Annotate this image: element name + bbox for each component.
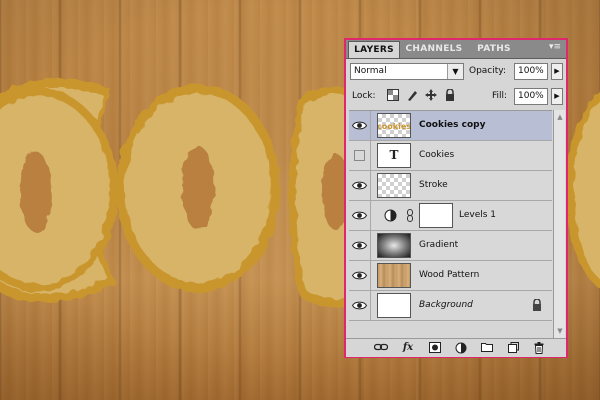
visibility-toggle[interactable] (349, 141, 371, 170)
layer-name[interactable]: Cookies copy (419, 120, 485, 130)
layer-thumbnail (377, 293, 411, 318)
layer-name[interactable]: Gradient (419, 240, 458, 250)
panel-menu-icon[interactable]: ▾≡ (548, 42, 562, 52)
layer-row-cookies-copy[interactable]: cookies Cookies copy (349, 111, 552, 141)
layer-thumbnail (377, 173, 411, 198)
adjustment-layer-icon (384, 209, 397, 222)
fill-label: Fill: (492, 91, 508, 101)
text-layer-thumbnail: T (377, 143, 411, 168)
lock-label: Lock: (352, 91, 376, 101)
chain-link-icon[interactable] (406, 209, 414, 222)
link-icon[interactable] (373, 342, 389, 354)
layer-thumbnail (377, 263, 411, 288)
layer-row-background[interactable]: Background (349, 291, 552, 321)
blend-row: Normal ▼ Opacity: 100% ▶ (350, 63, 564, 83)
layer-mask-thumbnail[interactable] (419, 203, 453, 228)
scroll-up-icon[interactable]: ▲ (555, 112, 565, 122)
layer-name[interactable]: Wood Pattern (419, 270, 479, 280)
visibility-toggle[interactable] (349, 111, 371, 140)
opacity-slider-arrow-icon[interactable]: ▶ (551, 63, 563, 80)
lock-row: Lock: Fill: 100% ▶ (350, 88, 564, 108)
chevron-down-icon[interactable]: ▼ (447, 64, 463, 79)
visibility-toggle[interactable] (349, 231, 371, 260)
opacity-input[interactable]: 100% (514, 63, 548, 80)
eye-icon (352, 181, 367, 190)
visibility-toggle[interactable] (349, 291, 371, 320)
layer-list-scrollbar[interactable]: ▲ ▼ (553, 110, 565, 338)
text-layer-icon: T (389, 148, 399, 162)
visibility-toggle[interactable] (349, 261, 371, 290)
hidden-visibility-box (354, 150, 365, 161)
visibility-toggle[interactable] (349, 171, 371, 200)
adjustment-icon[interactable] (454, 342, 468, 354)
tab-layers[interactable]: LAYERS (348, 41, 400, 58)
blend-mode-select[interactable]: Normal ▼ (350, 63, 464, 80)
eye-icon (352, 121, 367, 130)
blend-mode-value: Normal (354, 66, 387, 76)
mask-icon[interactable] (428, 342, 442, 354)
layer-row-wood-pattern[interactable]: Wood Pattern (349, 261, 552, 291)
eye-icon (352, 241, 367, 250)
layer-name[interactable]: Stroke (419, 180, 448, 190)
fill-slider-arrow-icon[interactable]: ▶ (551, 88, 563, 105)
cookie-letter-o2 (116, 84, 280, 292)
layer-name[interactable]: Levels 1 (459, 210, 496, 220)
layer-name[interactable]: Cookies (419, 150, 454, 160)
layer-row-stroke[interactable]: Stroke (349, 171, 552, 201)
layer-list: cookies Cookies copy T Cookies Stroke Le… (349, 110, 552, 339)
lock-position-icon[interactable] (424, 89, 438, 103)
tab-paths[interactable]: PATHS (470, 41, 518, 58)
group-icon[interactable] (480, 342, 494, 354)
svg-text:cookies: cookies (378, 122, 410, 131)
layer-name[interactable]: Background (419, 300, 473, 310)
lock-image-pixels-icon[interactable] (405, 89, 419, 103)
fill-input[interactable]: 100% (514, 88, 548, 105)
cookie-letter-edge (566, 91, 600, 289)
scroll-down-icon[interactable]: ▼ (555, 326, 565, 336)
layer-row-levels-1[interactable]: Levels 1 (349, 201, 552, 231)
fx-icon[interactable]: fx (401, 342, 415, 354)
layer-thumbnail: cookies (377, 113, 411, 138)
eye-icon (352, 301, 367, 310)
lock-all-icon[interactable] (443, 88, 457, 103)
layers-panel: LAYERS CHANNELS PATHS ▾≡ Normal ▼ Opacit… (344, 38, 568, 358)
new-layer-icon[interactable] (506, 342, 520, 354)
lock-icon (533, 299, 541, 311)
eye-icon (352, 211, 367, 220)
eye-icon (352, 271, 367, 280)
tab-channels[interactable]: CHANNELS (402, 41, 466, 58)
panel-tab-bar: LAYERS CHANNELS PATHS ▾≡ (346, 40, 566, 59)
trash-icon[interactable] (532, 342, 546, 354)
layer-row-cookies[interactable]: T Cookies (349, 141, 552, 171)
opacity-label: Opacity: (469, 66, 506, 76)
layer-row-gradient[interactable]: Gradient (349, 231, 552, 261)
lock-transparent-pixels-icon[interactable] (386, 89, 400, 103)
visibility-toggle[interactable] (349, 201, 371, 230)
panel-bottom-toolbar: fx (346, 338, 566, 357)
layer-thumbnail (377, 233, 411, 258)
